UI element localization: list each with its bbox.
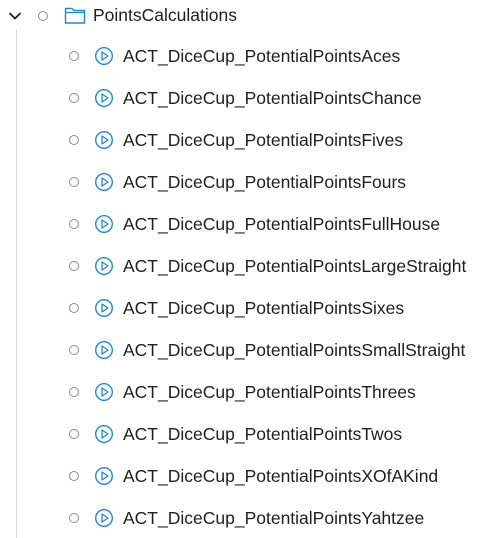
tree-item-label: ACT_DiceCup_PotentialPointsSmallStraight	[123, 340, 466, 360]
tree-item-label: ACT_DiceCup_PotentialPointsChance	[123, 88, 422, 108]
action-play-icon	[94, 46, 114, 66]
tree-item-row[interactable]: ACT_DiceCup_PotentialPointsYahtzee	[0, 502, 481, 534]
status-indicator	[69, 429, 79, 439]
tree-item-row[interactable]: ACT_DiceCup_PotentialPointsFives	[0, 124, 481, 156]
action-play-icon	[94, 130, 114, 150]
action-play-icon	[94, 466, 114, 486]
status-indicator	[69, 93, 79, 103]
tree-item-row[interactable]: ACT_DiceCup_PotentialPointsFullHouse	[0, 208, 481, 240]
folder-label: PointsCalculations	[93, 5, 237, 25]
chevron-down-icon[interactable]	[8, 9, 22, 23]
tree-item-label: ACT_DiceCup_PotentialPointsFours	[123, 172, 407, 192]
status-indicator	[69, 177, 79, 187]
tree-item-row[interactable]: ACT_DiceCup_PotentialPointsLargeStraight	[0, 250, 481, 282]
action-play-icon	[94, 382, 114, 402]
tree-item-row[interactable]: ACT_DiceCup_PotentialPointsTwos	[0, 418, 481, 450]
folder-icon	[64, 7, 86, 24]
project-tree: PointsCalculations ACT_DiceCup_Potential…	[0, 0, 481, 538]
tree-item-row[interactable]: ACT_DiceCup_PotentialPointsSixes	[0, 292, 481, 324]
tree-item-label: ACT_DiceCup_PotentialPointsSixes	[123, 298, 405, 318]
action-play-icon	[94, 508, 114, 528]
tree-item-row[interactable]: ACT_DiceCup_PotentialPointsXOfAKind	[0, 460, 481, 492]
action-play-icon	[94, 424, 114, 444]
tree-item-label: ACT_DiceCup_PotentialPointsAces	[123, 46, 401, 66]
tree-item-label: ACT_DiceCup_PotentialPointsYahtzee	[123, 508, 425, 528]
status-indicator	[69, 51, 79, 61]
tree-folder-row[interactable]: PointsCalculations	[0, 0, 481, 32]
status-indicator	[38, 11, 48, 21]
status-indicator	[69, 219, 79, 229]
tree-item-row[interactable]: ACT_DiceCup_PotentialPointsChance	[0, 82, 481, 114]
status-indicator	[69, 513, 79, 523]
tree-item-row[interactable]: ACT_DiceCup_PotentialPointsFours	[0, 166, 481, 198]
tree-item-label: ACT_DiceCup_PotentialPointsFives	[123, 130, 404, 150]
action-play-icon	[94, 172, 114, 192]
tree-item-row[interactable]: ACT_DiceCup_PotentialPointsThrees	[0, 376, 481, 408]
status-indicator	[69, 345, 79, 355]
tree-item-label: ACT_DiceCup_PotentialPointsXOfAKind	[123, 466, 439, 486]
status-indicator	[69, 303, 79, 313]
action-play-icon	[94, 340, 114, 360]
action-play-icon	[94, 214, 114, 234]
action-play-icon	[94, 298, 114, 318]
action-play-icon	[94, 88, 114, 108]
tree-item-row[interactable]: ACT_DiceCup_PotentialPointsAces	[0, 40, 481, 72]
action-play-icon	[94, 256, 114, 276]
status-indicator	[69, 387, 79, 397]
status-indicator	[69, 261, 79, 271]
status-indicator	[69, 471, 79, 481]
tree-item-label: ACT_DiceCup_PotentialPointsThrees	[123, 382, 416, 402]
tree-item-label: ACT_DiceCup_PotentialPointsLargeStraight	[123, 256, 467, 276]
tree-item-label: ACT_DiceCup_PotentialPointsFullHouse	[123, 214, 441, 234]
tree-item-row[interactable]: ACT_DiceCup_PotentialPointsSmallStraight	[0, 334, 481, 366]
status-indicator	[69, 135, 79, 145]
tree-item-label: ACT_DiceCup_PotentialPointsTwos	[123, 424, 403, 444]
